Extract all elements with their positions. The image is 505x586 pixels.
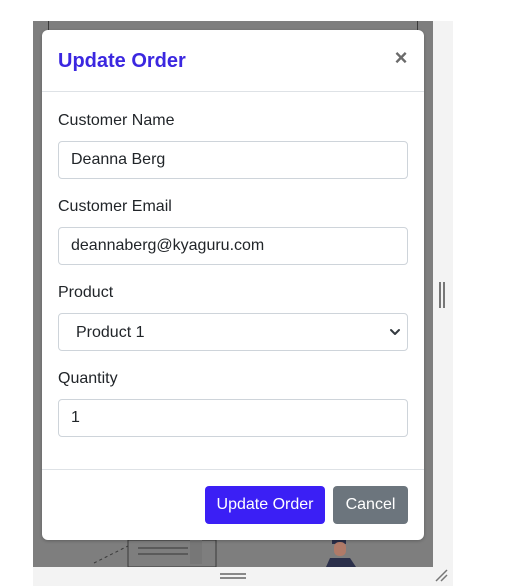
app-stage: Update Order × Customer Name Customer Em… [0,0,505,586]
update-order-modal: Update Order × Customer Name Customer Em… [42,30,424,540]
resize-grip-icon[interactable] [434,568,448,582]
modal-title: Update Order [58,50,186,72]
customer-name-input[interactable] [58,141,408,179]
customer-email-input[interactable] [58,227,408,265]
cancel-button[interactable]: Cancel [333,486,408,524]
close-icon[interactable]: × [390,46,412,70]
modal-header: Update Order × [42,30,424,92]
customer-name-label: Customer Name [58,112,175,129]
background-illustration [93,539,217,567]
quantity-label: Quantity [58,370,118,387]
product-selected-value: Product 1 [76,324,145,341]
customer-email-label: Customer Email [58,198,172,215]
chevron-down-icon [390,329,400,335]
horizontal-resize-handle[interactable] [220,573,246,579]
modal-footer: Update Order Cancel [42,469,424,540]
vertical-resize-handle[interactable] [439,282,445,308]
background-person-illustration [326,540,356,567]
product-label: Product [58,284,114,301]
product-select[interactable]: Product 1 [58,313,408,351]
update-order-button[interactable]: Update Order [205,486,325,524]
quantity-input[interactable] [58,399,408,437]
